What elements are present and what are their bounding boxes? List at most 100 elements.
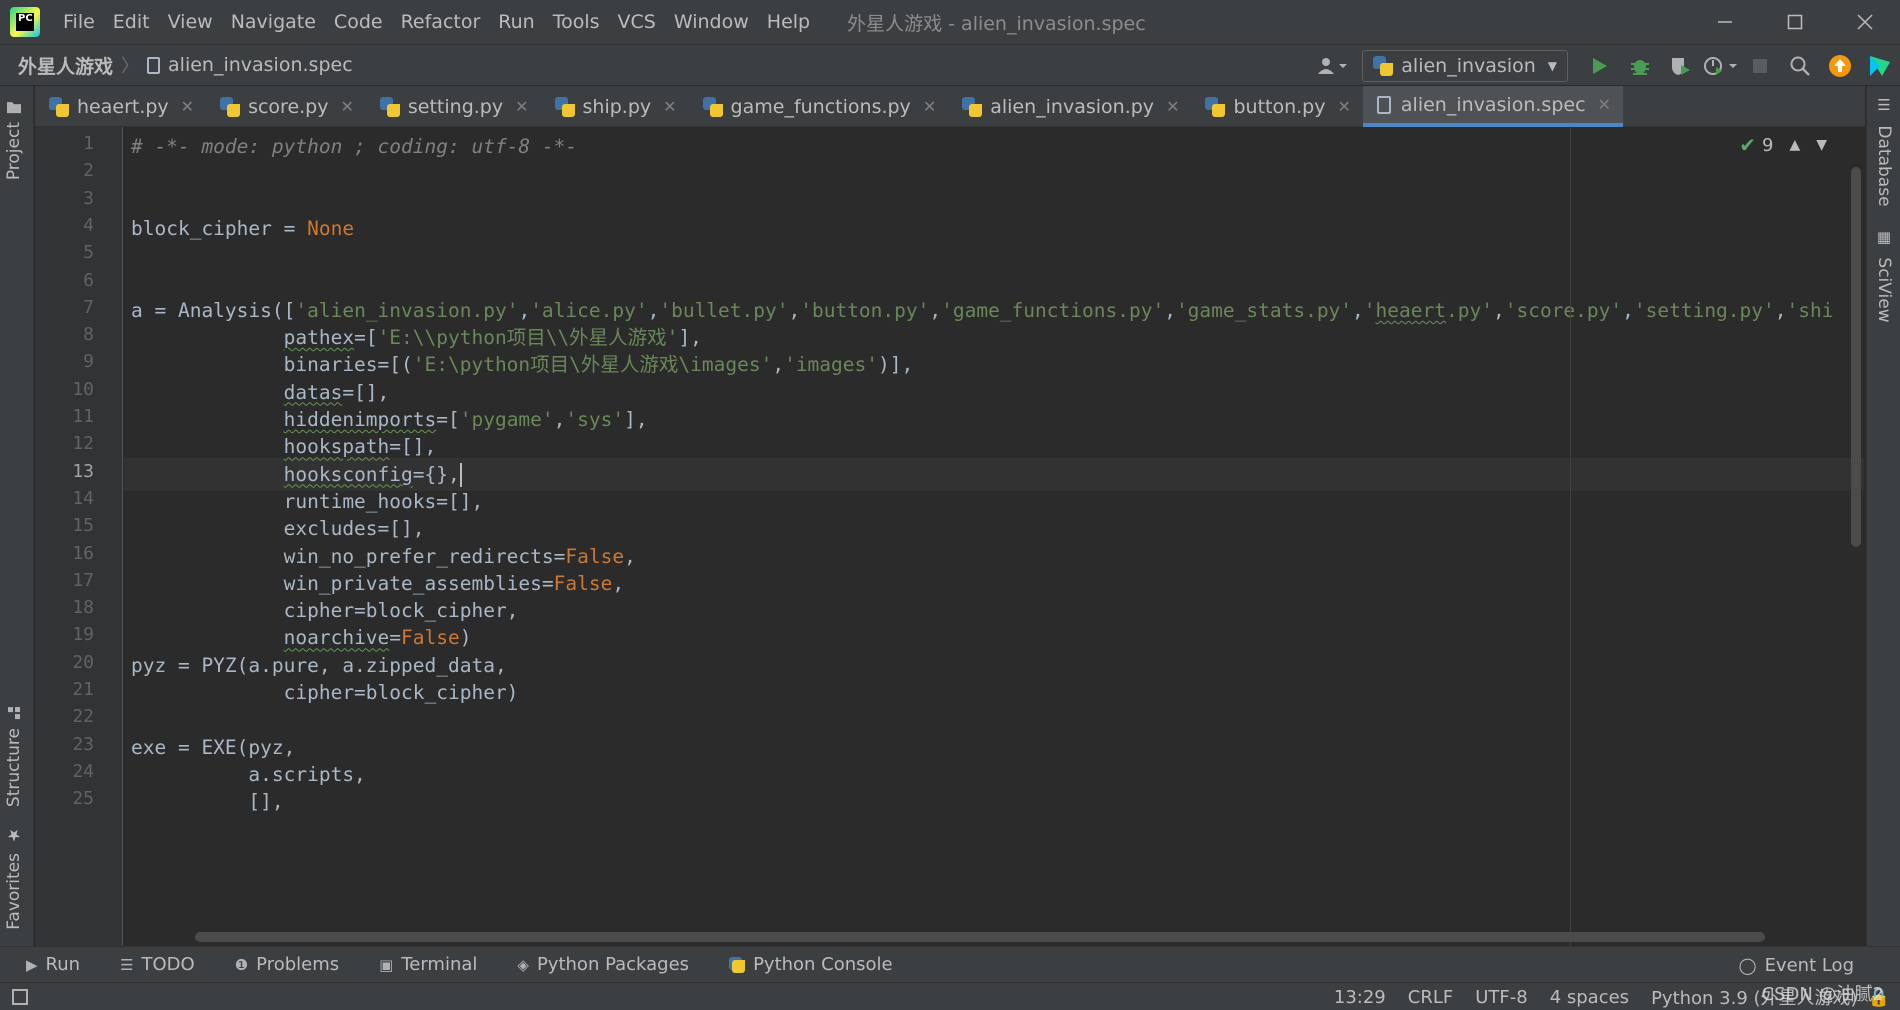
profile-button[interactable]	[1702, 48, 1738, 84]
close-tab-icon[interactable]: ✕	[923, 97, 936, 116]
tab-ship-py[interactable]: ship.py ✕	[541, 86, 689, 127]
code-area[interactable]: # -*- mode: python ; coding: utf-8 -*- bl…	[124, 127, 1864, 946]
line-number[interactable]: 18	[44, 597, 94, 618]
terminal-tool-tab[interactable]: ▣ Terminal	[365, 954, 491, 975]
horizontal-scrollbar[interactable]	[195, 932, 1765, 942]
file-encoding[interactable]: UTF-8	[1475, 987, 1527, 1008]
menu-refactor[interactable]: Refactor	[392, 11, 490, 33]
line-separator[interactable]: CRLF	[1408, 987, 1453, 1008]
jetbrains-button[interactable]	[1862, 48, 1898, 84]
line-number[interactable]: 14	[44, 488, 94, 509]
line-number[interactable]: 5	[44, 242, 94, 263]
stop-button[interactable]	[1742, 48, 1778, 84]
line-number[interactable]: 19	[44, 624, 94, 645]
previous-highlight-icon[interactable]: ▲	[1789, 137, 1800, 153]
tab-alien-invasion-spec[interactable]: alien_invasion.spec ✕	[1362, 86, 1623, 127]
star-icon: ★	[4, 826, 24, 845]
coverage-button[interactable]	[1662, 48, 1698, 84]
close-tab-icon[interactable]: ✕	[1337, 97, 1350, 116]
inspection-widget[interactable]: ✔ 9 ▲ ▼	[1739, 133, 1827, 157]
debug-button[interactable]	[1622, 48, 1658, 84]
line-number[interactable]: 25	[44, 788, 94, 809]
line-number[interactable]: 7	[44, 297, 94, 318]
vertical-scrollbar[interactable]	[1851, 167, 1861, 547]
menu-tools[interactable]: Tools	[544, 11, 609, 33]
updates-button[interactable]	[1822, 48, 1858, 84]
code-line[interactable]: block_cipher = None	[131, 212, 354, 245]
account-button[interactable]	[1314, 48, 1350, 84]
tab-score-py[interactable]: score.py ✕	[206, 86, 366, 127]
line-number[interactable]: 9	[44, 351, 94, 372]
line-number[interactable]: 12	[44, 433, 94, 454]
line-number[interactable]: 16	[44, 543, 94, 564]
code-line[interactable]: cipher=block_cipher)	[131, 676, 519, 709]
menu-help[interactable]: Help	[758, 11, 819, 33]
tab-game-functions-py[interactable]: game_functions.py ✕	[689, 86, 949, 127]
tab-heaert-py[interactable]: heaert.py ✕	[35, 86, 206, 127]
menu-edit[interactable]: Edit	[104, 11, 159, 33]
code-editor[interactable]: 1 2 3 4 5 6 7 8 9 10 11 12 13 14 15 16 17 18 19 20 21 22 23 24 2…	[35, 127, 1865, 946]
line-number[interactable]: 21	[44, 679, 94, 700]
status-bar: 13:29 CRLF UTF-8 4 spaces Python 3.9 (外星…	[0, 982, 1900, 1010]
line-number[interactable]: 13	[44, 461, 94, 482]
indent-setting[interactable]: 4 spaces	[1550, 987, 1629, 1008]
next-highlight-icon[interactable]: ▼	[1816, 137, 1827, 153]
menu-file[interactable]: File	[54, 11, 104, 33]
line-number[interactable]: 23	[44, 734, 94, 755]
database-tool-tab[interactable]: ☰ Database	[1874, 96, 1894, 207]
breadcrumb-file[interactable]: alien_invasion.spec	[147, 54, 353, 76]
breadcrumb-project[interactable]: 外星人游戏	[18, 52, 113, 79]
structure-icon	[8, 707, 20, 719]
menu-run[interactable]: Run	[489, 11, 543, 33]
maximize-button[interactable]	[1760, 0, 1830, 44]
line-number[interactable]: 8	[44, 324, 94, 345]
problems-tool-tab[interactable]: ❶ Problems	[221, 954, 353, 975]
line-number[interactable]: 11	[44, 406, 94, 427]
close-tab-icon[interactable]: ✕	[515, 97, 528, 116]
close-tab-icon[interactable]: ✕	[1598, 95, 1611, 114]
menu-code[interactable]: Code	[325, 11, 392, 33]
tab-button-py[interactable]: button.py ✕	[1191, 86, 1362, 127]
python-packages-tool-tab[interactable]: ◈ Python Packages	[503, 954, 703, 975]
close-tab-icon[interactable]: ✕	[340, 97, 353, 116]
pycharm-logo-icon[interactable]: PC	[10, 7, 40, 37]
line-number[interactable]: 15	[44, 515, 94, 536]
structure-tool-tab[interactable]: Structure	[4, 706, 24, 807]
menu-vcs[interactable]: VCS	[609, 11, 665, 33]
tab-alien-invasion-py[interactable]: alien_invasion.py ✕	[948, 86, 1191, 127]
run-button[interactable]	[1582, 48, 1618, 84]
line-number[interactable]: 2	[44, 160, 94, 181]
line-number[interactable]: 10	[44, 379, 94, 400]
tab-setting-py[interactable]: setting.py ✕	[366, 86, 541, 127]
close-tab-icon[interactable]: ✕	[663, 97, 676, 116]
run-configuration-select[interactable]: alien_invasion ▼	[1362, 50, 1568, 82]
event-log-tool-tab[interactable]: ◯ Event Log	[1739, 947, 1854, 983]
python-console-tool-tab[interactable]: Python Console	[715, 954, 907, 975]
run-tool-tab[interactable]: ▶ Run	[12, 954, 94, 975]
line-number[interactable]: 6	[44, 270, 94, 291]
close-tab-icon[interactable]: ✕	[1166, 97, 1179, 116]
close-window-button[interactable]	[1830, 0, 1900, 44]
line-number-gutter[interactable]: 1 2 3 4 5 6 7 8 9 10 11 12 13 14 15 16 17 18 19 20 21 22 23 24 2…	[35, 127, 123, 946]
code-line[interactable]: # -*- mode: python ; coding: utf-8 -*-	[131, 130, 577, 163]
toggle-tool-windows-icon[interactable]	[12, 988, 28, 1005]
line-number[interactable]: 1	[44, 133, 94, 154]
caret-position[interactable]: 13:29	[1334, 987, 1386, 1008]
minimize-button[interactable]	[1690, 0, 1760, 44]
line-number[interactable]: 20	[44, 652, 94, 673]
line-number[interactable]: 3	[44, 188, 94, 209]
menu-navigate[interactable]: Navigate	[222, 11, 325, 33]
todo-tool-tab[interactable]: ☰ TODO	[106, 954, 209, 975]
favorites-tool-tab[interactable]: Favorites ★	[4, 826, 24, 930]
line-number[interactable]: 17	[44, 570, 94, 591]
project-tool-tab[interactable]: Project	[4, 100, 24, 180]
search-everywhere-button[interactable]	[1782, 48, 1818, 84]
close-tab-icon[interactable]: ✕	[181, 97, 194, 116]
line-number[interactable]: 24	[44, 761, 94, 782]
code-line[interactable]: [],	[131, 785, 283, 818]
line-number[interactable]: 4	[44, 215, 94, 236]
sciview-tool-tab[interactable]: ▦ SciView	[1874, 228, 1894, 323]
menu-view[interactable]: View	[159, 11, 222, 33]
line-number[interactable]: 22	[44, 706, 94, 727]
menu-window[interactable]: Window	[665, 11, 758, 33]
